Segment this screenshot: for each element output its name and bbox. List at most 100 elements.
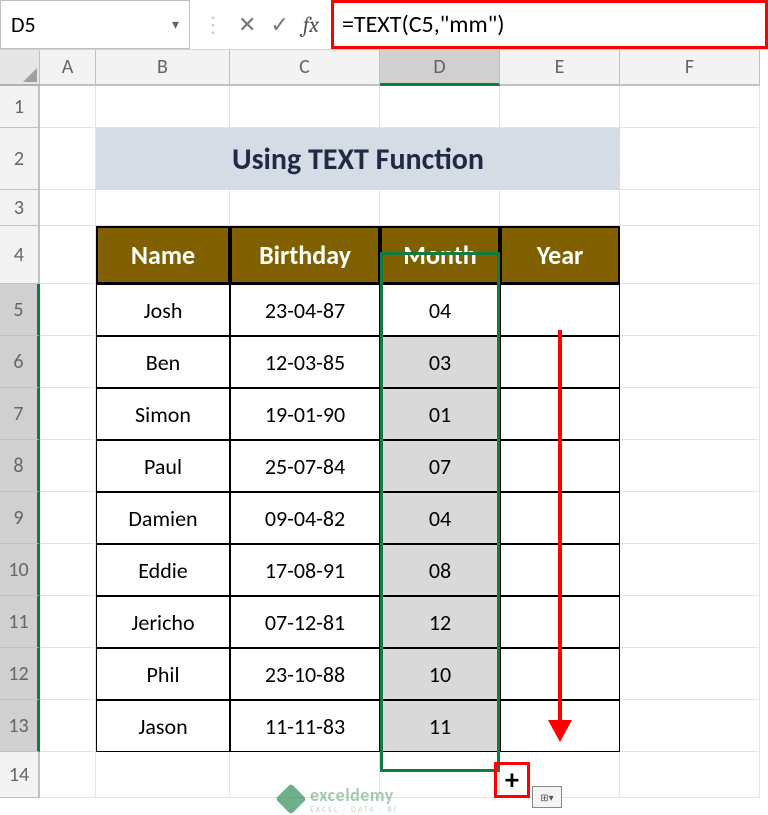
row-header-6[interactable]: 6	[0, 336, 40, 388]
cell-D8[interactable]: 07	[380, 440, 500, 492]
cell-D11[interactable]: 12	[380, 596, 500, 648]
cell-C12[interactable]: 23-10-88	[230, 648, 380, 700]
cell-F8[interactable]	[620, 440, 760, 492]
row-header-4[interactable]: 4	[0, 226, 40, 284]
cell-C1[interactable]	[230, 86, 380, 128]
th-month[interactable]: Month	[380, 226, 500, 284]
cell-B11[interactable]: Jericho	[96, 596, 230, 648]
cell-A4[interactable]	[40, 226, 96, 284]
row-header-7[interactable]: 7	[0, 388, 40, 440]
cell-D3[interactable]	[380, 190, 500, 226]
th-birthday[interactable]: Birthday	[230, 226, 380, 284]
cell-D9[interactable]: 04	[380, 492, 500, 544]
formula-input[interactable]: =TEXT(C5,"mm")	[331, 0, 768, 49]
row-header-14[interactable]: 14	[0, 752, 40, 798]
cell-A1[interactable]	[40, 86, 96, 128]
cell-A8[interactable]	[40, 440, 96, 492]
cell-A11[interactable]	[40, 596, 96, 648]
th-name[interactable]: Name	[96, 226, 230, 284]
cell-D12[interactable]: 10	[380, 648, 500, 700]
cell-F9[interactable]	[620, 492, 760, 544]
name-box[interactable]: D5 ▾	[0, 0, 190, 49]
cancel-icon[interactable]: ✕	[238, 11, 256, 38]
cell-B14[interactable]	[96, 752, 230, 798]
cell-F13[interactable]	[620, 700, 760, 752]
cell-A10[interactable]	[40, 544, 96, 596]
cell-C6[interactable]: 12-03-85	[230, 336, 380, 388]
cell-A6[interactable]	[40, 336, 96, 388]
col-header-F[interactable]: F	[620, 50, 760, 86]
cell-D10[interactable]: 08	[380, 544, 500, 596]
cell-B10[interactable]: Eddie	[96, 544, 230, 596]
cell-B12[interactable]: Phil	[96, 648, 230, 700]
cell-C3[interactable]	[230, 190, 380, 226]
fill-handle-cursor-icon[interactable]: +	[505, 766, 519, 794]
cell-D13[interactable]: 11	[380, 700, 500, 752]
cell-A3[interactable]	[40, 190, 96, 226]
row-header-13[interactable]: 13	[0, 700, 40, 752]
enter-icon[interactable]: ✓	[270, 11, 288, 38]
cell-E5[interactable]	[500, 284, 620, 336]
cell-D6[interactable]: 03	[380, 336, 500, 388]
cell-C8[interactable]: 25-07-84	[230, 440, 380, 492]
cell-C13[interactable]: 11-11-83	[230, 700, 380, 752]
cell-F7[interactable]	[620, 388, 760, 440]
cell-D7[interactable]: 01	[380, 388, 500, 440]
cell-F14[interactable]	[620, 752, 760, 798]
cell-C5[interactable]: 23-04-87	[230, 284, 380, 336]
th-year[interactable]: Year	[500, 226, 620, 284]
cell-D1[interactable]	[380, 86, 500, 128]
row-header-5[interactable]: 5	[0, 284, 40, 336]
cell-C11[interactable]: 07-12-81	[230, 596, 380, 648]
col-header-B[interactable]: B	[96, 50, 230, 86]
cell-F2[interactable]	[620, 128, 760, 190]
cell-B8[interactable]: Paul	[96, 440, 230, 492]
cell-A7[interactable]	[40, 388, 96, 440]
cell-C7[interactable]: 19-01-90	[230, 388, 380, 440]
col-header-A[interactable]: A	[40, 50, 96, 86]
row-header-8[interactable]: 8	[0, 440, 40, 492]
row-header-3[interactable]: 3	[0, 190, 40, 226]
cell-F1[interactable]	[620, 86, 760, 128]
cell-B5[interactable]: Josh	[96, 284, 230, 336]
cell-A5[interactable]	[40, 284, 96, 336]
row-header-12[interactable]: 12	[0, 648, 40, 700]
cell-B9[interactable]: Damien	[96, 492, 230, 544]
cell-A9[interactable]	[40, 492, 96, 544]
cell-A14[interactable]	[40, 752, 96, 798]
cell-B7[interactable]: Simon	[96, 388, 230, 440]
row-header-9[interactable]: 9	[0, 492, 40, 544]
worksheet-grid[interactable]: 1 2 Using TEXT Function 3 4 Name Birthda…	[0, 86, 768, 798]
cell-D14[interactable]	[380, 752, 500, 798]
cell-E3[interactable]	[500, 190, 620, 226]
cell-A12[interactable]	[40, 648, 96, 700]
cell-A13[interactable]	[40, 700, 96, 752]
chevron-down-icon[interactable]: ▾	[172, 16, 179, 33]
select-all-corner[interactable]	[0, 50, 40, 86]
col-header-C[interactable]: C	[230, 50, 380, 86]
cell-C9[interactable]: 09-04-82	[230, 492, 380, 544]
title-cell[interactable]: Using TEXT Function	[96, 128, 620, 190]
cell-F5[interactable]	[620, 284, 760, 336]
cell-F4[interactable]	[620, 226, 760, 284]
cell-B13[interactable]: Jason	[96, 700, 230, 752]
cell-F3[interactable]	[620, 190, 760, 226]
cell-C10[interactable]: 17-08-91	[230, 544, 380, 596]
cell-A2[interactable]	[40, 128, 96, 190]
row-header-2[interactable]: 2	[0, 128, 40, 190]
cell-B3[interactable]	[96, 190, 230, 226]
cell-E1[interactable]	[500, 86, 620, 128]
cell-F11[interactable]	[620, 596, 760, 648]
row-header-1[interactable]: 1	[0, 86, 40, 128]
fx-icon[interactable]: fx	[303, 12, 319, 38]
row-header-11[interactable]: 11	[0, 596, 40, 648]
cell-B6[interactable]: Ben	[96, 336, 230, 388]
cell-F12[interactable]	[620, 648, 760, 700]
col-header-D[interactable]: D	[380, 50, 500, 86]
cell-D5[interactable]: 04	[380, 284, 500, 336]
cell-F6[interactable]	[620, 336, 760, 388]
row-header-10[interactable]: 10	[0, 544, 40, 596]
col-header-E[interactable]: E	[500, 50, 620, 86]
cell-F10[interactable]	[620, 544, 760, 596]
cell-B1[interactable]	[96, 86, 230, 128]
